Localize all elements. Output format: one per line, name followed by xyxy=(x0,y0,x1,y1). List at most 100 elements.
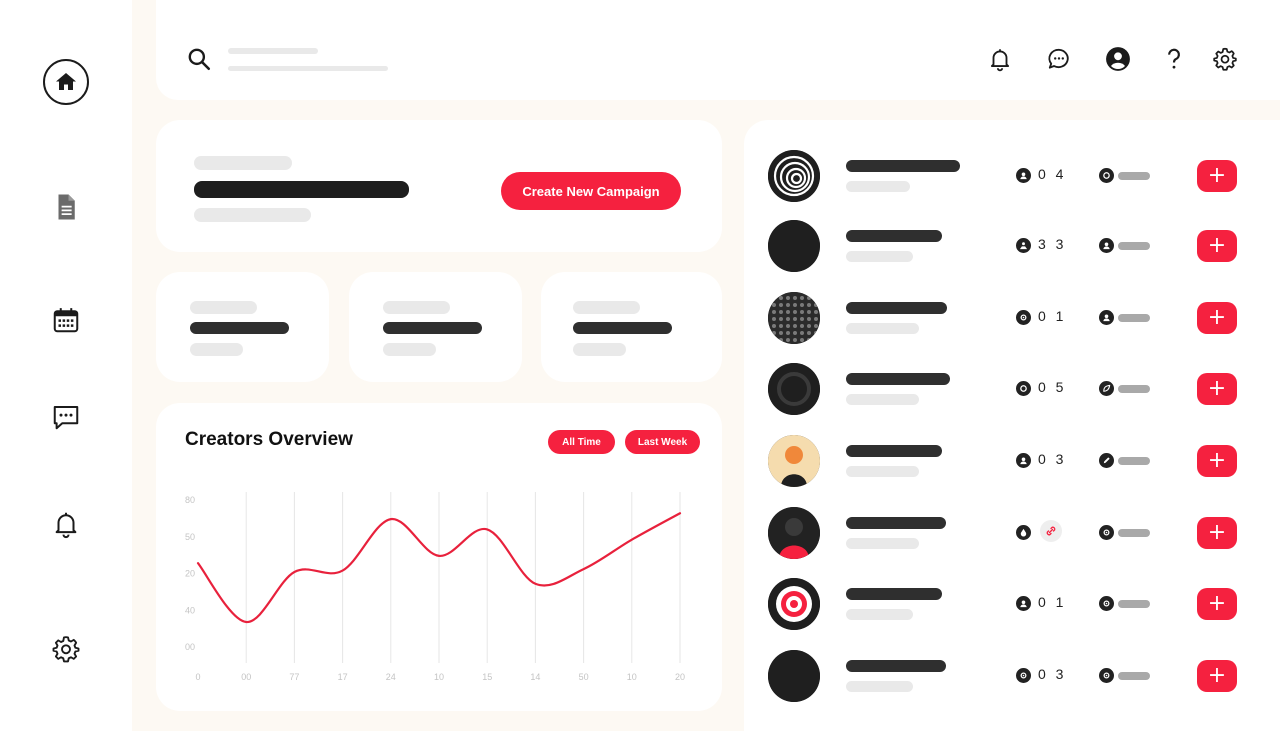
y-tick-label: 20 xyxy=(185,569,195,579)
creators-list: 0 4 +3 3 +0 1 + 0 5 +0 3 + +0 1 + 0 3 + xyxy=(744,120,1280,731)
stat-placeholder-label xyxy=(190,301,257,314)
creator-subtitle-placeholder xyxy=(846,538,919,549)
creator-meta-placeholder xyxy=(1118,172,1150,180)
creator-meta-placeholder xyxy=(1118,242,1150,250)
x-tick-label: 15 xyxy=(482,672,492,682)
creator-subtitle-placeholder xyxy=(846,394,919,405)
creator-name-placeholder xyxy=(846,517,946,529)
creator-avatar[interactable] xyxy=(768,220,820,272)
creator-name-placeholder xyxy=(846,588,942,600)
gear-icon xyxy=(1016,310,1031,325)
gear-icon xyxy=(1016,668,1031,683)
sidebar-item-settings[interactable] xyxy=(42,625,90,673)
sidebar-item-messages[interactable] xyxy=(42,393,90,441)
stat-card[interactable] xyxy=(349,272,522,382)
creator-meta-placeholder xyxy=(1118,600,1150,608)
creator-name-placeholder xyxy=(846,373,950,385)
creator-count: 3 3 xyxy=(1038,236,1067,252)
y-tick-label: 00 xyxy=(185,642,195,652)
sidebar-item-home[interactable] xyxy=(42,58,90,106)
stat-placeholder-caption xyxy=(190,343,243,356)
sidebar-item-notifications[interactable] xyxy=(42,500,90,548)
campaign-card: Create New Campaign xyxy=(156,120,722,252)
link-icon[interactable] xyxy=(1040,520,1062,542)
gear-icon xyxy=(1099,668,1114,683)
creator-avatar[interactable] xyxy=(768,150,820,202)
creator-meta-placeholder xyxy=(1118,529,1150,537)
user-icon xyxy=(1099,238,1114,253)
creator-row[interactable]: 0 3 + xyxy=(768,433,1244,489)
x-tick-label: 0 xyxy=(195,672,200,682)
creators-overview-card: Creators Overview All Time Last Week 80 5… xyxy=(156,403,722,711)
settings-button[interactable] xyxy=(1210,44,1240,74)
bell-icon xyxy=(55,512,77,539)
notifications-button[interactable] xyxy=(985,44,1015,74)
creator-avatar[interactable] xyxy=(768,578,820,630)
add-creator-button[interactable]: + xyxy=(1197,230,1237,262)
x-tick-label: 17 xyxy=(338,672,348,682)
creator-count: 0 3 xyxy=(1038,666,1067,682)
campaign-placeholder-subtitle xyxy=(194,208,311,222)
add-creator-button[interactable]: + xyxy=(1197,517,1237,549)
creator-meta-placeholder xyxy=(1118,457,1150,465)
plus-icon: + xyxy=(1207,305,1227,330)
sidebar-item-calendar[interactable] xyxy=(42,296,90,344)
creator-row[interactable]: 3 3 + xyxy=(768,218,1244,274)
creator-meta-placeholder xyxy=(1118,672,1150,680)
sidebar-item-documents[interactable] xyxy=(42,183,90,231)
profile-button[interactable] xyxy=(1103,44,1133,74)
create-campaign-button[interactable]: Create New Campaign xyxy=(501,172,681,210)
add-creator-button[interactable]: + xyxy=(1197,373,1237,405)
document-icon xyxy=(58,194,75,220)
add-creator-button[interactable]: + xyxy=(1197,588,1237,620)
plus-icon: + xyxy=(1207,376,1227,401)
creator-name-placeholder xyxy=(846,302,947,314)
x-tick-label: 14 xyxy=(530,672,540,682)
add-creator-button[interactable]: + xyxy=(1197,302,1237,334)
creator-avatar[interactable] xyxy=(768,435,820,487)
calendar-icon xyxy=(53,308,79,333)
creator-avatar[interactable] xyxy=(768,292,820,344)
creator-count: 0 5 xyxy=(1038,379,1067,395)
plus-icon: + xyxy=(1207,163,1227,188)
plus-icon: + xyxy=(1207,520,1227,545)
stat-card[interactable] xyxy=(156,272,329,382)
creator-meta-placeholder xyxy=(1118,314,1150,322)
creator-count: 0 3 xyxy=(1038,451,1067,467)
plus-icon: + xyxy=(1207,233,1227,258)
search-placeholder-line[interactable] xyxy=(228,48,318,54)
home-icon xyxy=(43,59,89,105)
add-creator-button[interactable]: + xyxy=(1197,160,1237,192)
creator-row[interactable]: 0 5 + xyxy=(768,361,1244,417)
creator-subtitle-placeholder xyxy=(846,466,919,477)
creator-row[interactable]: 0 1 + xyxy=(768,290,1244,346)
search-icon[interactable] xyxy=(186,46,212,72)
bell-icon xyxy=(990,49,1010,72)
creator-name-placeholder xyxy=(846,230,942,242)
user-icon xyxy=(1099,310,1114,325)
creator-avatar[interactable] xyxy=(768,650,820,702)
messages-button[interactable] xyxy=(1044,44,1074,74)
creator-subtitle-placeholder xyxy=(846,609,913,620)
creator-row[interactable]: 0 4 + xyxy=(768,148,1244,204)
creators-line-chart: 80502040000 00 77 17 24 10 15 14 50 10 20 xyxy=(185,492,685,682)
creator-subtitle-placeholder xyxy=(846,181,910,192)
creator-row[interactable]: 0 3 + xyxy=(768,648,1244,704)
creator-row[interactable]: 0 1 + xyxy=(768,576,1244,632)
stat-placeholder-caption xyxy=(573,343,626,356)
stat-card[interactable] xyxy=(541,272,722,382)
creator-avatar[interactable] xyxy=(768,363,820,415)
add-creator-button[interactable]: + xyxy=(1197,445,1237,477)
plus-icon: + xyxy=(1207,591,1227,616)
add-creator-button[interactable]: + xyxy=(1197,660,1237,692)
creator-avatar[interactable] xyxy=(768,507,820,559)
users-icon xyxy=(1016,238,1031,253)
gear-icon xyxy=(1099,525,1114,540)
creator-subtitle-placeholder xyxy=(846,323,919,334)
y-tick-label: 40 xyxy=(185,605,195,615)
creator-row[interactable]: + xyxy=(768,505,1244,561)
x-tick-label: 20 xyxy=(675,672,685,682)
creator-name-placeholder xyxy=(846,660,946,672)
creator-count: 0 4 xyxy=(1038,166,1067,182)
help-button[interactable] xyxy=(1159,44,1189,74)
